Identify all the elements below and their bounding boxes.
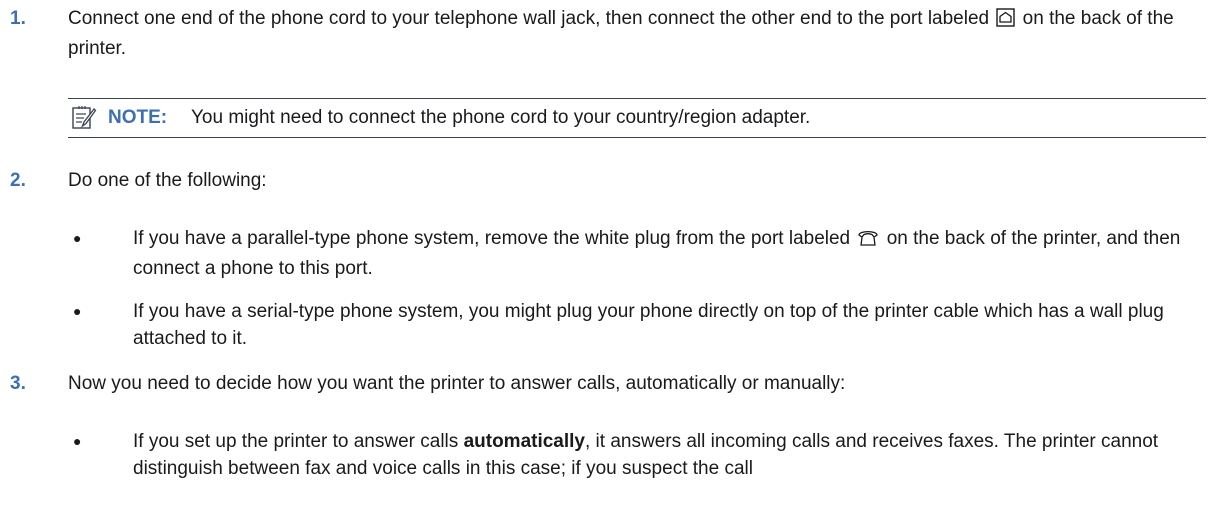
bullet-text: If you have a parallel-type phone system… (133, 225, 1203, 282)
step-text: Do one of the following: (68, 170, 267, 191)
step-text: Now you need to decide how you want the … (68, 373, 846, 394)
bullet-bold-text: automatically (463, 431, 585, 452)
step-number: 3. (10, 373, 26, 394)
bullet-text: If you have a serial-type phone system, … (133, 301, 1164, 349)
bullet-glyph: ● (73, 433, 82, 449)
bullet-glyph: ● (73, 303, 82, 319)
bullet-text-part: If you set up the printer to answer call… (133, 431, 459, 452)
bullet-text: If you set up the printer to answer call… (133, 428, 1203, 482)
step-text-part: Connect one end of the phone cord to you… (68, 8, 990, 29)
bullet-glyph: ● (73, 230, 82, 246)
line-port-icon (996, 8, 1016, 35)
step-text: Connect one end of the phone cord to you… (68, 5, 1208, 62)
step-number: 1. (10, 8, 26, 29)
bullet-text-part: If you have a parallel-type phone system… (133, 228, 851, 249)
phone-port-icon (857, 228, 879, 255)
note-text: You might need to connect the phone cord… (191, 107, 811, 128)
note-label: NOTE: (108, 107, 168, 128)
note-pencil-icon (71, 105, 97, 139)
step-number: 2. (10, 170, 26, 191)
note-box: NOTE: You might need to connect the phon… (68, 98, 1206, 138)
